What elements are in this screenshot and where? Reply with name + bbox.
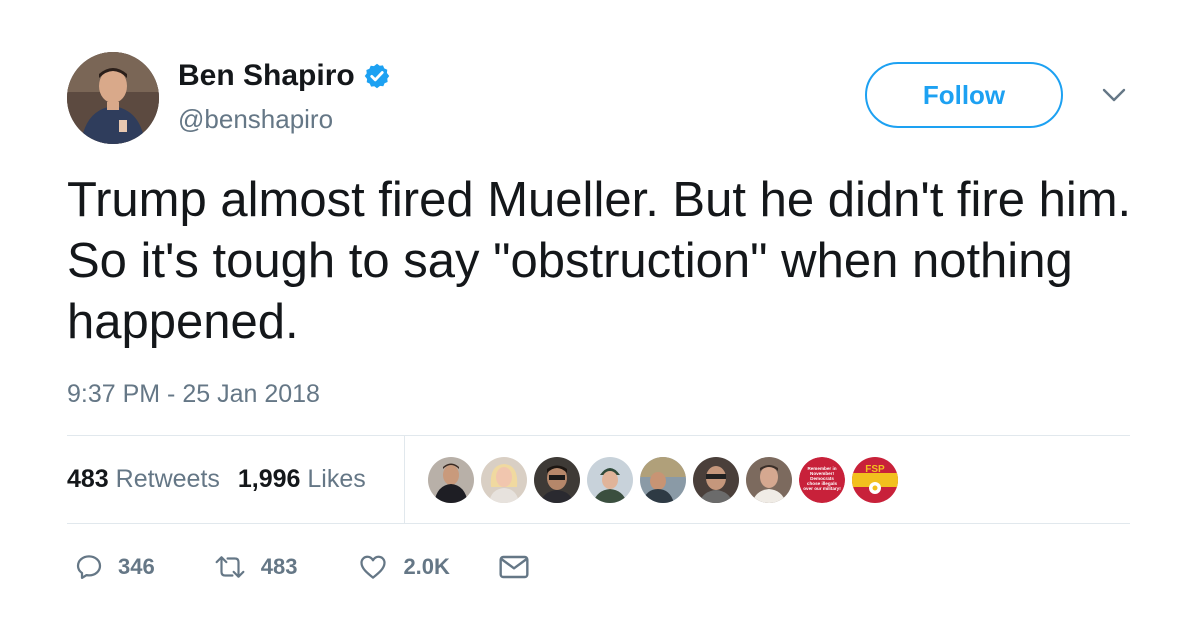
heart-icon (357, 552, 389, 582)
follow-button[interactable]: Follow (865, 62, 1063, 128)
verified-badge-icon (363, 62, 391, 90)
retweet-icon (213, 552, 247, 582)
likes-stat[interactable]: 1,996 Likes (238, 463, 366, 495)
tweet-stats: 483 Retweets 1,996 Likes (67, 463, 366, 495)
reply-icon (74, 552, 104, 582)
liker-avatar-badge[interactable]: Remember in November! Democrats chose il… (799, 457, 845, 503)
like-count: 2.0K (403, 554, 450, 579)
liker-badge-text: Remember in November! Democrats chose il… (803, 466, 841, 491)
divider-top (67, 435, 1130, 436)
divider-bottom (67, 523, 1130, 524)
liker-avatar[interactable] (534, 457, 580, 503)
liker-avatar[interactable] (428, 457, 474, 503)
likes-count: 1,996 (237, 465, 301, 493)
reply-count: 346 (118, 554, 155, 579)
retweet-count: 483 (260, 554, 298, 579)
message-action[interactable] (498, 553, 530, 581)
liker-avatars: Remember in November! Democrats chose il… (428, 457, 898, 503)
author-handle[interactable]: @benshapiro (178, 103, 333, 135)
author-avatar[interactable] (67, 52, 159, 144)
likes-label: Likes (307, 465, 366, 493)
liker-avatar[interactable] (640, 457, 686, 503)
retweet-action[interactable]: 483 (213, 552, 298, 582)
liker-avatar[interactable] (587, 457, 633, 503)
tweet-timestamp[interactable]: 9:37 PM - 25 Jan 2018 (67, 378, 320, 410)
retweets-label: Retweets (115, 465, 220, 493)
author-display-name[interactable]: Ben Shapiro (178, 58, 355, 94)
liker-avatar[interactable] (746, 457, 792, 503)
retweets-stat[interactable]: 483 Retweets (67, 463, 220, 495)
tweet-text: Trump almost fired Mueller. But he didn'… (67, 173, 1132, 349)
divider-vertical (404, 436, 405, 523)
author-name-row: Ben Shapiro (178, 58, 391, 94)
chevron-down-icon[interactable] (1100, 85, 1128, 105)
like-action[interactable]: 2.0K (357, 552, 450, 582)
liker-avatar[interactable] (481, 457, 527, 503)
envelope-icon (498, 553, 530, 581)
liker-badge-fsp: FSP (865, 464, 885, 475)
action-bar: 346 483 2.0K (74, 552, 530, 582)
liker-avatar-badge[interactable]: FSP (852, 457, 898, 503)
liker-avatar[interactable] (693, 457, 739, 503)
reply-action[interactable]: 346 (74, 552, 155, 582)
retweets-count: 483 (67, 465, 109, 493)
